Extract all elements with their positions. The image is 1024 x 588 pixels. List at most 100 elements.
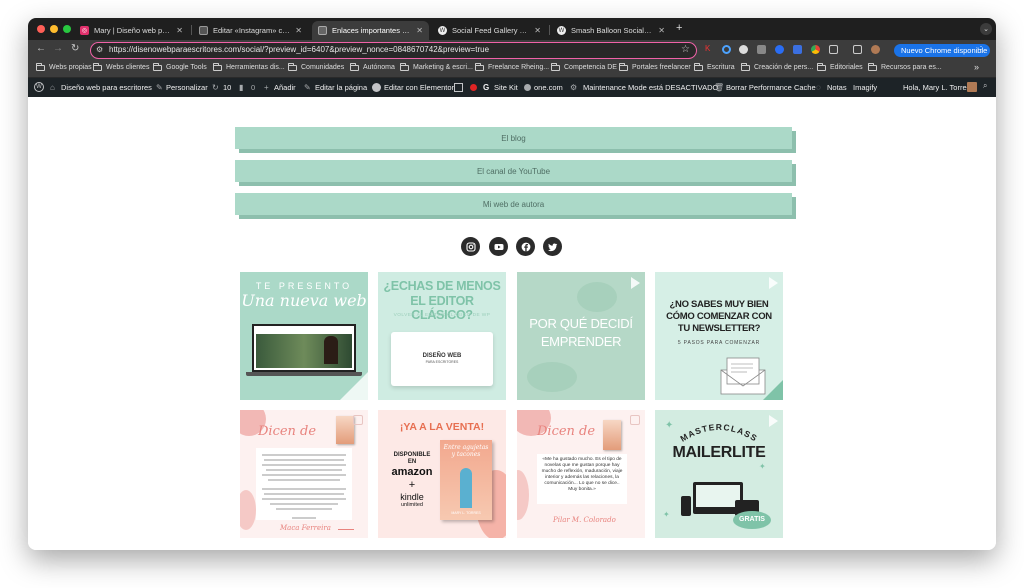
customize-link[interactable]: Personalizar — [166, 83, 208, 92]
purge-cache-link[interactable]: Borrar Performance Cache — [726, 83, 816, 92]
bookmark-folder[interactable]: Escritura — [694, 62, 735, 71]
bookmark-folder[interactable]: Comunidades — [288, 62, 344, 71]
extension-shield-icon[interactable] — [793, 45, 802, 54]
profile-avatar[interactable] — [871, 45, 880, 54]
tab-search-button[interactable]: ⌄ — [980, 23, 992, 35]
menu-dots-icon: ⋮ — [977, 45, 985, 54]
gear-icon: ⚙ — [570, 83, 578, 92]
bookmark-folder[interactable]: Freelance Rheing... — [475, 62, 549, 71]
carousel-icon — [353, 415, 363, 425]
bookmark-folder[interactable]: Portales freelancer — [619, 62, 691, 71]
reload-icon: ↻ — [71, 43, 80, 54]
wordpress-icon: W — [438, 26, 447, 35]
youtube-link-button[interactable]: El canal de YouTube — [235, 160, 792, 182]
youtube-link[interactable] — [489, 237, 508, 256]
blog-link-button[interactable]: El blog — [235, 127, 792, 149]
browser-tab[interactable]: Editar «Instagram» con Elem ✕ — [193, 21, 308, 40]
feed-post-classic-editor[interactable]: ¿ECHAS DE MENOS EL EDITOR CLÁSICO? VOLVE… — [378, 272, 506, 400]
browser-tab[interactable]: W Smash Balloon Social Photo F ✕ — [551, 21, 671, 40]
browser-tab[interactable]: ◎ Mary | Diseño web para escri ✕ — [74, 21, 189, 40]
google-g-icon: G — [483, 83, 490, 92]
arrow-right-icon: → — [53, 43, 63, 54]
forward-button[interactable]: → — [53, 43, 63, 54]
desktop-background: ◎ Mary | Diseño web para escri ✕ Editar … — [0, 0, 1024, 588]
bookmark-folder[interactable]: Herramientas dis... — [213, 62, 285, 71]
feed-post-why-entrepreneur[interactable]: POR QUÉ DECIDÍ EMPRENDER — [517, 272, 645, 400]
close-tab-icon[interactable]: ✕ — [534, 26, 541, 35]
address-bar[interactable]: ⚙ https://disenowebparaescritores.com/so… — [90, 42, 697, 59]
bookmark-folder[interactable]: Editoriales — [817, 62, 863, 71]
close-window-button[interactable] — [37, 25, 45, 33]
chrome-update-button[interactable]: Nuevo Chrome disponible ⋮ — [894, 44, 990, 57]
trash-icon: 🗑 — [714, 83, 725, 92]
bookmark-folder[interactable]: Autónoma — [350, 62, 395, 71]
feed-post-testimonial-pilar[interactable]: Dicen de «Me ha gustado mucho. Es el tip… — [517, 410, 645, 538]
book-cover-image — [336, 416, 354, 444]
back-button[interactable]: ← — [36, 43, 46, 54]
close-tab-icon[interactable]: ✕ — [176, 26, 183, 35]
add-new-link[interactable]: Añadir — [274, 83, 296, 92]
comments-count[interactable]: 0 — [251, 83, 255, 92]
maintenance-mode-link[interactable]: Maintenance Mode está DESACTIVADO — [583, 83, 718, 92]
browser-tab[interactable]: W Social Feed Gallery – WordPr ✕ — [432, 21, 547, 40]
feed-post-masterclass[interactable]: MASTERCLASS MAILERLITE ✦ ✦ ✦ GRATIS — [655, 410, 783, 538]
sparkle-icon: ✦ — [759, 462, 766, 471]
folder-icon — [400, 62, 409, 71]
extension-chrome-icon[interactable] — [811, 45, 820, 54]
edit-page-link[interactable]: Editar la página — [315, 83, 367, 92]
wp-admin-bar: W ⌂ Diseño web para escritores ✎ Persona… — [28, 78, 996, 97]
updates-count[interactable]: 10 — [223, 83, 231, 92]
facebook-link[interactable] — [516, 237, 535, 256]
extensions-puzzle-icon[interactable] — [829, 45, 838, 54]
logo-card: DISEÑO WEB PARA ESCRITORES — [391, 332, 493, 386]
video-play-icon — [769, 415, 778, 427]
wordpress-logo-icon[interactable]: W — [34, 82, 44, 92]
extension-blue-icon[interactable] — [775, 45, 784, 54]
site-settings-icon[interactable]: ⚙ — [96, 45, 103, 54]
author-site-link-button[interactable]: Mi web de autora — [235, 193, 792, 215]
feed-post-newsletter[interactable]: ¿NO SABES MUY BIEN CÓMO COMENZAR CON TU … — [655, 272, 783, 400]
tab-strip: ◎ Mary | Diseño web para escri ✕ Editar … — [28, 18, 996, 40]
feed-post-new-website[interactable]: TE PRESENTO Una nueva web — [240, 272, 368, 400]
site-kit-link[interactable]: Site Kit — [494, 83, 518, 92]
extension-mail-icon[interactable] — [757, 45, 766, 54]
theme-builder-icon[interactable] — [454, 83, 463, 92]
bookmark-folder[interactable]: Marketing & escri... — [400, 62, 473, 71]
bookmark-folder[interactable]: Webs propias — [36, 62, 92, 71]
extension-c-icon[interactable] — [722, 45, 731, 54]
onecom-link[interactable]: one.com — [534, 83, 563, 92]
svg-text:MASTERCLASS: MASTERCLASS — [678, 422, 759, 444]
side-panel-icon[interactable] — [853, 45, 862, 54]
notes-link[interactable]: Notas — [827, 83, 847, 92]
video-play-icon — [769, 277, 778, 289]
bookmark-folder[interactable]: Creación de pers... — [741, 62, 813, 71]
bookmark-folder[interactable]: Competencia DE — [551, 62, 617, 71]
twitter-link[interactable] — [543, 237, 562, 256]
elementor-icon — [199, 26, 208, 35]
bookmarks-overflow-button[interactable]: » — [974, 62, 979, 72]
bookmark-star-icon[interactable]: ☆ — [681, 44, 690, 55]
imagify-link[interactable]: Imagify — [853, 83, 877, 92]
feed-post-testimonial-maca[interactable]: Dicen de Maca Ferreira — [240, 410, 368, 538]
new-tab-button[interactable]: + — [676, 22, 682, 34]
bookmark-folder[interactable]: Webs clientes — [93, 62, 149, 71]
maximize-window-button[interactable] — [63, 25, 71, 33]
bookmark-folder[interactable]: Recursos para es... — [868, 62, 942, 71]
minimize-window-button[interactable] — [50, 25, 58, 33]
extension-gauge-icon[interactable] — [739, 45, 748, 54]
account-greeting[interactable]: Hola, Mary L. Torres — [903, 83, 970, 92]
close-tab-icon[interactable]: ✕ — [416, 26, 423, 35]
twitter-icon — [547, 243, 557, 251]
browser-tab-active[interactable]: Enlaces importantes | Diseño ✕ — [312, 21, 429, 40]
search-icon[interactable]: ⌕ — [983, 81, 987, 91]
feed-post-on-sale[interactable]: ¡YA A LA VENTA! DISPONIBLE EN amazon + k… — [378, 410, 506, 538]
close-tab-icon[interactable]: ✕ — [295, 26, 302, 35]
avatar[interactable] — [967, 82, 977, 92]
bookmark-folder[interactable]: Google Tools — [153, 62, 207, 71]
edit-elementor-link[interactable]: Editar con Elementor — [384, 83, 454, 92]
reload-button[interactable]: ↻ — [71, 43, 79, 54]
extension-k-icon[interactable]: K — [705, 44, 714, 53]
instagram-link[interactable] — [461, 237, 480, 256]
site-name-link[interactable]: Diseño web para escritores — [61, 83, 152, 92]
close-tab-icon[interactable]: ✕ — [658, 26, 665, 35]
